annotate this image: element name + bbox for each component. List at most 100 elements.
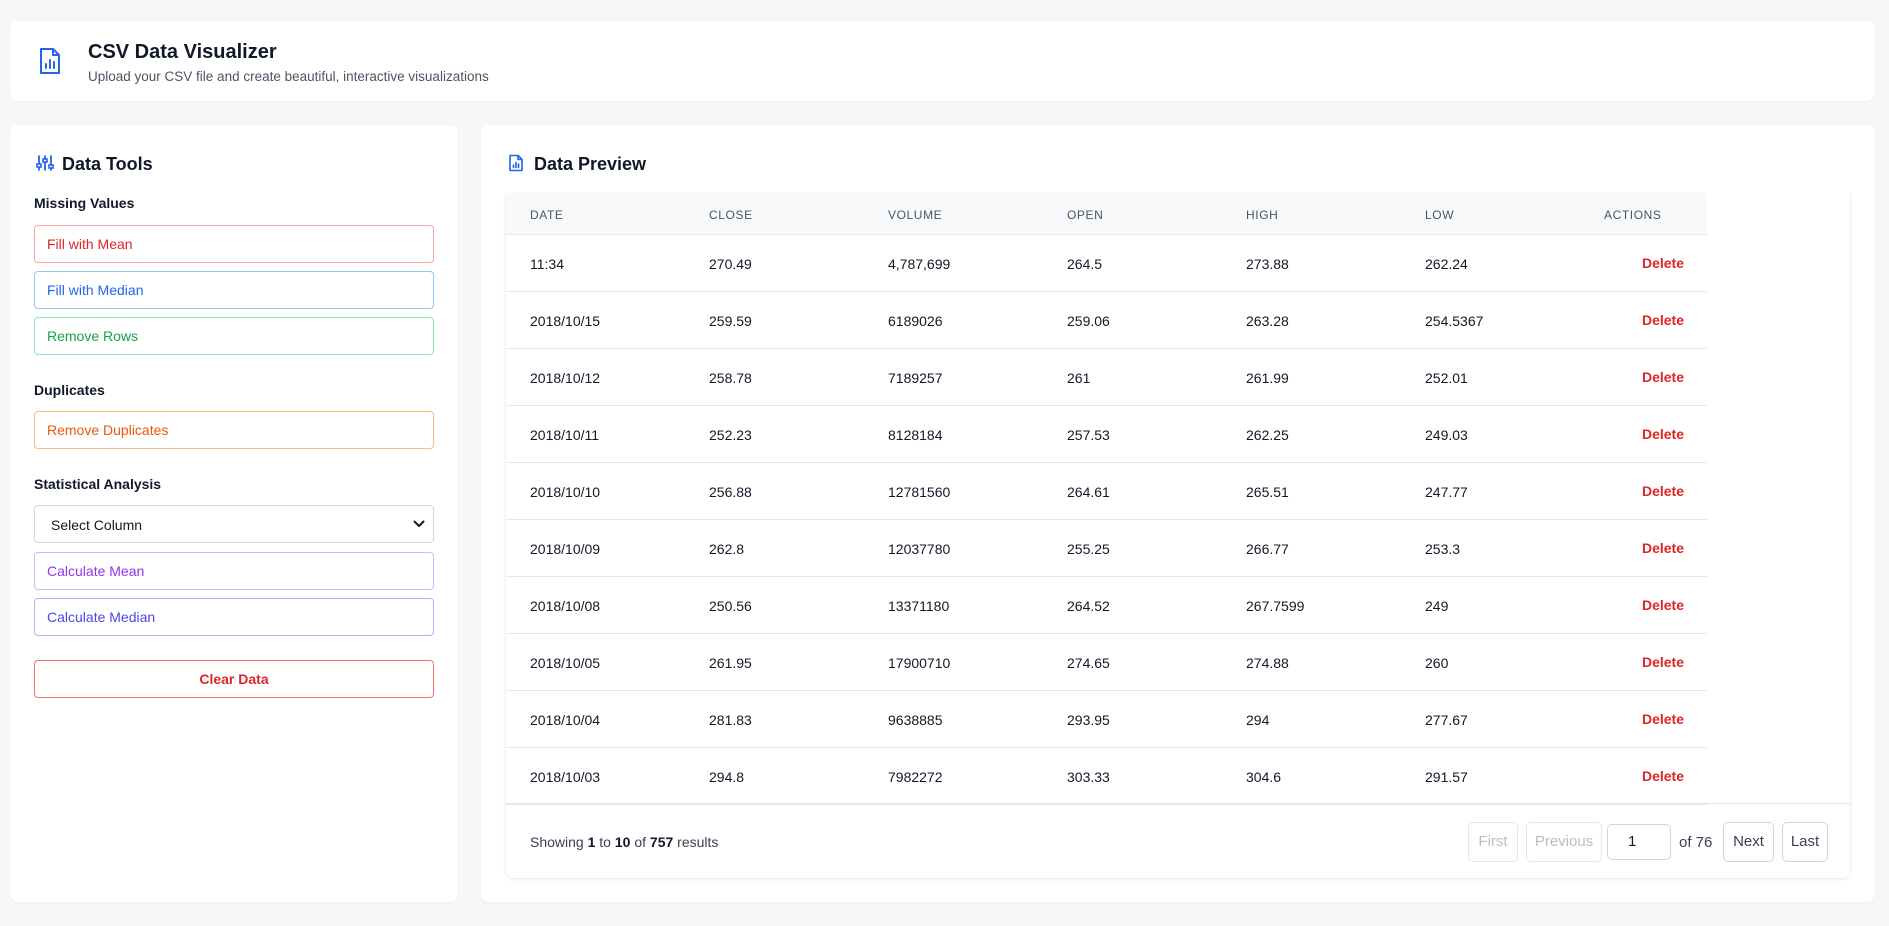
app-subtitle: Upload your CSV file and create beautifu… bbox=[88, 69, 489, 84]
results-summary: Showing 1 to 10 of 757 results bbox=[530, 834, 718, 850]
fill-with-mean-button[interactable]: Fill with Mean bbox=[34, 225, 434, 263]
cell-volume: 12781560 bbox=[888, 484, 951, 500]
cell-high: 274.88 bbox=[1246, 655, 1289, 671]
duplicates-label: Duplicates bbox=[34, 382, 105, 398]
cell-date: 2018/10/12 bbox=[530, 370, 601, 386]
delete-row-button[interactable]: Delete bbox=[1642, 597, 1684, 613]
cell-close: 270.49 bbox=[709, 256, 752, 272]
clear-data-button[interactable]: Clear Data bbox=[34, 660, 434, 698]
column-header-high[interactable]: High bbox=[1246, 208, 1278, 222]
cell-volume: 9638885 bbox=[888, 712, 943, 728]
delete-row-button[interactable]: Delete bbox=[1642, 483, 1684, 499]
delete-row-button[interactable]: Delete bbox=[1642, 369, 1684, 385]
delete-row-button[interactable]: Delete bbox=[1642, 312, 1684, 328]
app-header: CSV Data Visualizer Upload your CSV file… bbox=[10, 21, 1875, 101]
cell-high: 262.25 bbox=[1246, 427, 1289, 443]
remove-duplicates-button[interactable]: Remove Duplicates bbox=[34, 411, 434, 449]
last-page-button[interactable]: Last bbox=[1782, 822, 1828, 862]
table-row: 2018/10/04 281.83 9638885 293.95 294 277.67 De… bbox=[506, 691, 1707, 748]
file-chart-icon bbox=[509, 154, 523, 172]
delete-row-button[interactable]: Delete bbox=[1642, 711, 1684, 727]
cell-high: 273.88 bbox=[1246, 256, 1289, 272]
results-to: 10 bbox=[614, 834, 631, 850]
cell-high: 261.99 bbox=[1246, 370, 1289, 386]
cell-low: 260 bbox=[1425, 655, 1449, 671]
cell-close: 281.83 bbox=[709, 712, 752, 728]
calculate-mean-button[interactable]: Calculate Mean bbox=[34, 552, 434, 590]
cell-open: 259.06 bbox=[1067, 313, 1110, 329]
cell-high: 265.51 bbox=[1246, 484, 1289, 500]
cell-close: 259.59 bbox=[709, 313, 752, 329]
cell-volume: 12037780 bbox=[888, 541, 951, 557]
table-row: 11:34 270.49 4,787,699 264.5 273.88 262.24 Del… bbox=[506, 235, 1707, 292]
page-number-input[interactable]: 1 bbox=[1607, 824, 1671, 860]
cell-open: 257.53 bbox=[1067, 427, 1110, 443]
missing-values-label: Missing Values bbox=[34, 195, 135, 211]
to-word: to bbox=[599, 834, 611, 850]
table-row: 2018/10/09 262.8 12037780 255.25 266.77 253.3… bbox=[506, 520, 1707, 577]
table-row: 2018/10/08 250.56 13371180 264.52 267.7599 24… bbox=[506, 577, 1707, 634]
cell-date: 2018/10/15 bbox=[530, 313, 601, 329]
delete-row-button[interactable]: Delete bbox=[1642, 768, 1684, 784]
cell-volume: 6189026 bbox=[888, 313, 943, 329]
delete-row-button[interactable]: Delete bbox=[1642, 540, 1684, 556]
delete-row-button[interactable]: Delete bbox=[1642, 426, 1684, 442]
cell-date: 2018/10/05 bbox=[530, 655, 601, 671]
cell-low: 249.03 bbox=[1425, 427, 1468, 443]
table-row: 2018/10/12 258.78 7189257 261 261.99 252.01 De… bbox=[506, 349, 1707, 406]
chevron-down-icon bbox=[413, 520, 425, 527]
data-tools-panel: Data Tools Missing Values Fill with Mean… bbox=[10, 125, 458, 902]
delete-row-button[interactable]: Delete bbox=[1642, 255, 1684, 271]
results-from: 1 bbox=[587, 834, 596, 850]
cell-volume: 7982272 bbox=[888, 769, 943, 785]
cell-date: 2018/10/04 bbox=[530, 712, 601, 728]
next-page-button[interactable]: Next bbox=[1723, 822, 1774, 862]
fill-with-median-button[interactable]: Fill with Median bbox=[34, 271, 434, 309]
cell-date: 2018/10/09 bbox=[530, 541, 601, 557]
first-page-button[interactable]: First bbox=[1468, 822, 1518, 862]
cell-high: 267.7599 bbox=[1246, 598, 1305, 614]
cell-open: 264.52 bbox=[1067, 598, 1110, 614]
cell-open: 274.65 bbox=[1067, 655, 1110, 671]
select-column-value: Select Column bbox=[51, 517, 143, 533]
cell-low: 262.24 bbox=[1425, 256, 1468, 272]
data-table: Date Close Volume Open High Low Actions … bbox=[505, 193, 1852, 879]
table-row: 2018/10/03 294.8 7982272 303.33 304.6 291.57 D… bbox=[506, 748, 1707, 805]
cell-close: 261.95 bbox=[709, 655, 752, 671]
table-row: 2018/10/15 259.59 6189026 259.06 263.28 254.5… bbox=[506, 292, 1707, 349]
select-column-dropdown[interactable]: Select Column bbox=[34, 505, 434, 543]
cell-open: 303.33 bbox=[1067, 769, 1110, 785]
cell-low: 277.67 bbox=[1425, 712, 1468, 728]
cell-date: 2018/10/03 bbox=[530, 769, 601, 785]
column-header-open[interactable]: Open bbox=[1067, 208, 1103, 222]
cell-open: 264.61 bbox=[1067, 484, 1110, 500]
table-row: 2018/10/10 256.88 12781560 264.61 265.51 247.… bbox=[506, 463, 1707, 520]
cell-close: 262.8 bbox=[709, 541, 745, 557]
cell-date: 2018/10/08 bbox=[530, 598, 601, 614]
cell-date: 2018/10/10 bbox=[530, 484, 601, 500]
cell-close: 250.56 bbox=[709, 598, 752, 614]
calculate-median-button[interactable]: Calculate Median bbox=[34, 598, 434, 636]
column-header-low[interactable]: Low bbox=[1425, 208, 1454, 222]
cell-close: 294.8 bbox=[709, 769, 745, 785]
pagination-bar: Showing 1 to 10 of 757 results First Pre… bbox=[506, 803, 1852, 879]
delete-row-button[interactable]: Delete bbox=[1642, 654, 1684, 670]
data-tools-title: Data Tools bbox=[62, 154, 153, 174]
cell-low: 254.5367 bbox=[1425, 313, 1484, 329]
column-header-volume[interactable]: Volume bbox=[888, 208, 942, 222]
cell-high: 294 bbox=[1246, 712, 1270, 728]
previous-page-button[interactable]: Previous bbox=[1526, 822, 1602, 862]
results-total: 757 bbox=[649, 834, 674, 850]
column-header-date[interactable]: Date bbox=[530, 208, 564, 222]
showing-prefix: Showing bbox=[530, 834, 584, 850]
column-header-close[interactable]: Close bbox=[709, 208, 753, 222]
statistical-analysis-label: Statistical Analysis bbox=[34, 476, 162, 492]
sliders-icon bbox=[36, 155, 54, 171]
cell-open: 264.5 bbox=[1067, 256, 1103, 272]
remove-rows-button[interactable]: Remove Rows bbox=[34, 317, 434, 355]
data-preview-title: Data Preview bbox=[534, 154, 647, 174]
cell-volume: 8128184 bbox=[888, 427, 943, 443]
cell-low: 249 bbox=[1425, 598, 1449, 614]
cell-date: 11:34 bbox=[530, 256, 564, 272]
cell-close: 252.23 bbox=[709, 427, 752, 443]
